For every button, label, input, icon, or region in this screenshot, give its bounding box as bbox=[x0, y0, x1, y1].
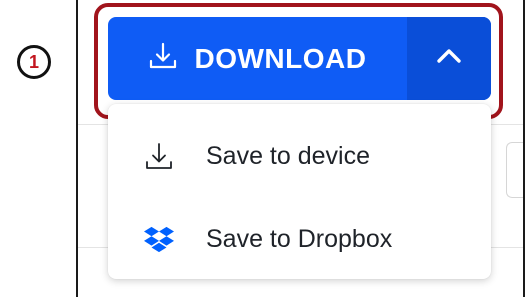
step-number: 1 bbox=[28, 51, 39, 72]
background-card-edge bbox=[506, 142, 524, 198]
menu-item-save-to-device[interactable]: Save to device bbox=[108, 126, 491, 186]
download-icon bbox=[144, 141, 174, 171]
highlight-outline bbox=[94, 3, 503, 119]
menu-item-save-to-dropbox[interactable]: Save to Dropbox bbox=[108, 209, 491, 269]
menu-item-label: Save to device bbox=[206, 141, 370, 170]
step-marker: 1 bbox=[17, 45, 51, 79]
screenshot-stage: 1 DOWNLOAD Save to device Save to Dropbo… bbox=[0, 0, 525, 297]
dropbox-icon bbox=[144, 224, 174, 254]
frame-border-left bbox=[76, 0, 78, 297]
menu-item-label: Save to Dropbox bbox=[206, 224, 393, 253]
download-options-menu: Save to device Save to Dropbox bbox=[108, 104, 491, 279]
